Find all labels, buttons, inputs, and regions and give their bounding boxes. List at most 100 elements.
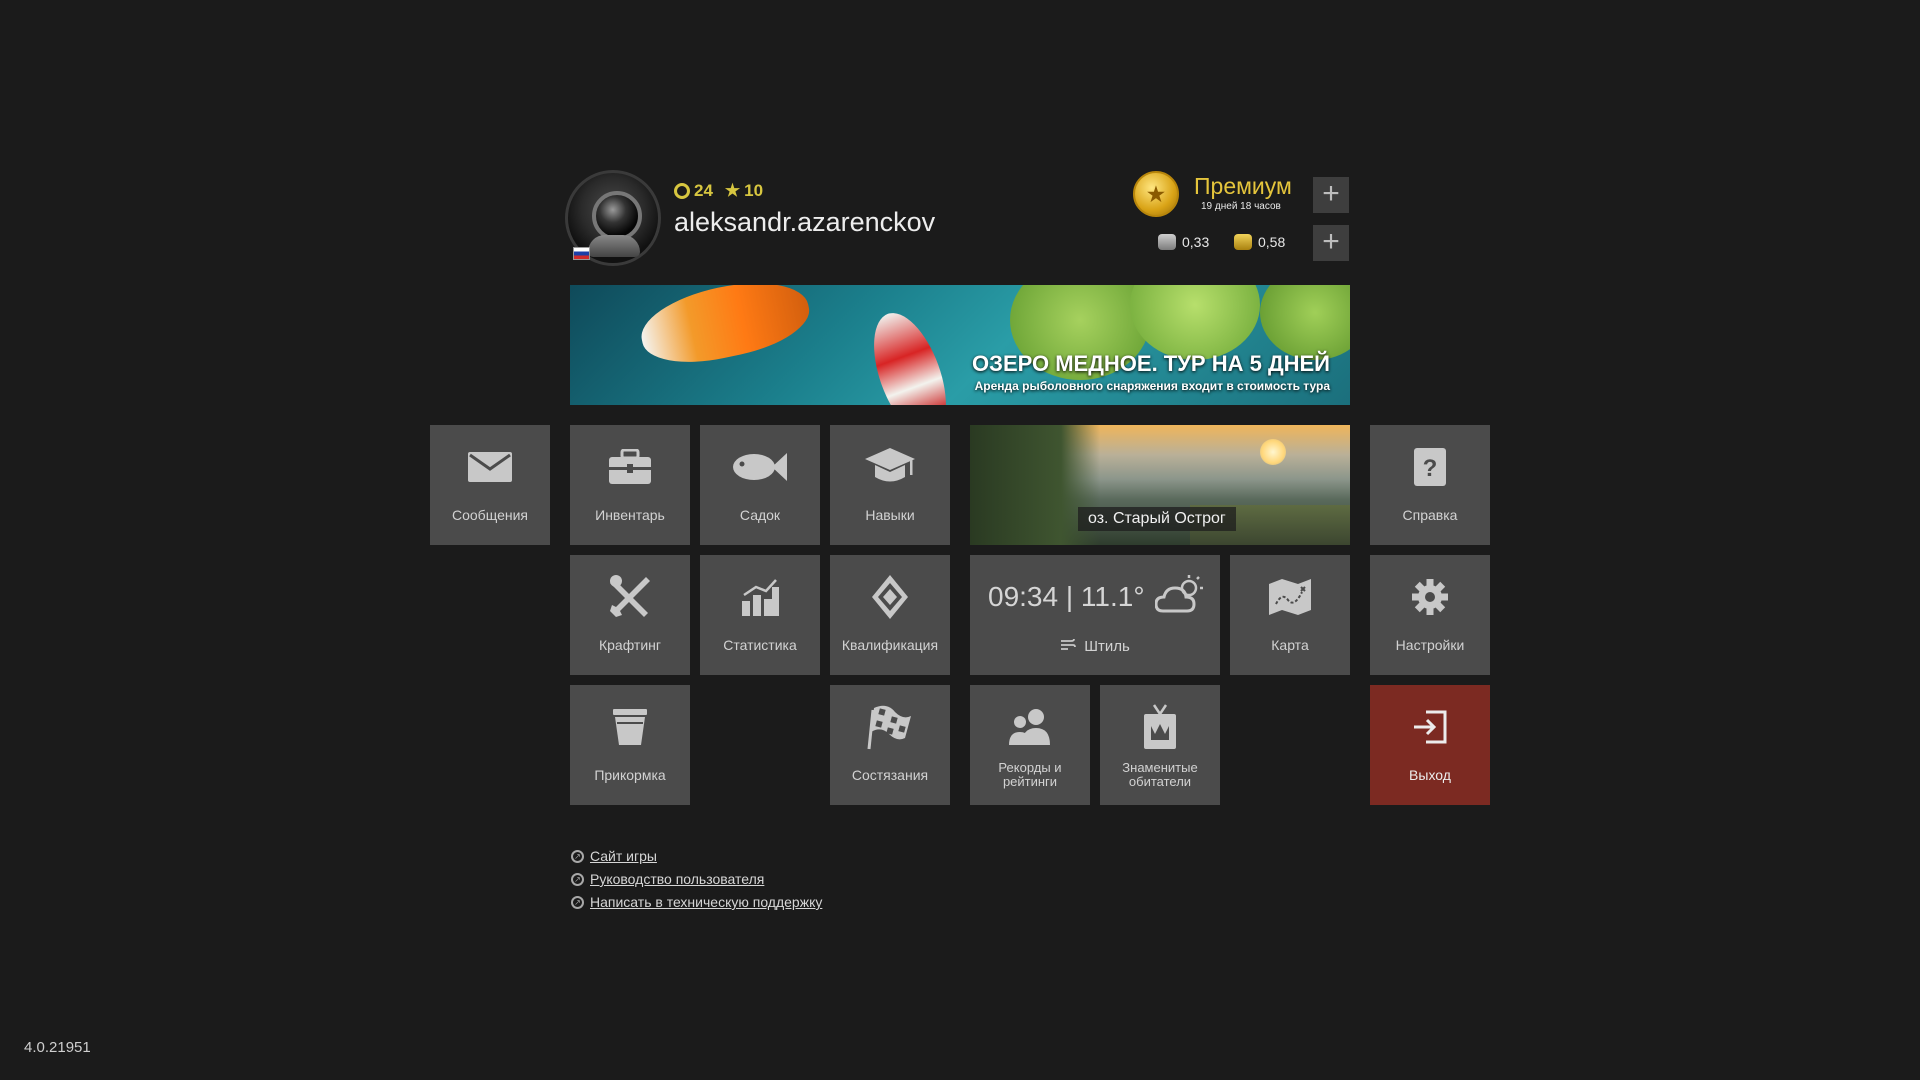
groundbait-label: Прикормка <box>594 767 666 783</box>
location-tile[interactable]: оз. Старый Острог <box>970 425 1350 545</box>
premium-badge-icon[interactable]: ★ <box>1133 171 1179 217</box>
qualification-label: Квалификация <box>841 637 939 653</box>
help-book-icon: ? <box>1370 447 1490 487</box>
tools-icon <box>570 575 690 617</box>
competitions-label: Состязания <box>851 767 929 783</box>
avatar-body <box>588 235 640 257</box>
lily-pad-image <box>1260 285 1350 360</box>
player-username: aleksandr.azarenckov <box>674 207 936 237</box>
level-ring-icon <box>674 183 690 199</box>
bar-chart-icon <box>700 577 820 617</box>
keepnet-label: Садок <box>739 507 781 523</box>
koi-fish-image <box>634 285 816 374</box>
player-stars: 10 <box>744 181 764 200</box>
famous-fish-label: Знаменитые обитатели <box>1100 761 1220 789</box>
competitions-tile[interactable]: Состязания <box>830 685 950 805</box>
lily-pad-image <box>1130 285 1260 360</box>
messages-label: Сообщения <box>452 507 528 523</box>
temperature: 11.1° <box>1080 581 1145 612</box>
crafting-label: Крафтинг <box>598 637 661 653</box>
weather-tile[interactable]: 09:34 | 11.1° Штиль <box>970 555 1220 675</box>
player-stats: 24 ★ 10 <box>674 181 763 201</box>
statistics-label: Статистика <box>723 637 797 653</box>
diver-helmet-icon <box>592 191 642 241</box>
famous-fish-label-line1: Знаменитые <box>1122 760 1198 775</box>
skills-tile[interactable]: Навыки <box>830 425 950 545</box>
silver-coins-icon <box>1158 234 1176 250</box>
koi-fish-image <box>859 303 961 405</box>
silver-currency: 0,33 <box>1158 234 1209 250</box>
wind-status: Штиль <box>1084 637 1130 655</box>
game-site-link[interactable]: Сайт игры <box>590 848 657 864</box>
people-icon <box>970 707 1090 747</box>
qualification-tile[interactable]: Квалификация <box>830 555 950 675</box>
premium-title[interactable]: Премиум <box>1194 173 1292 200</box>
map-label: Карта <box>1271 637 1309 653</box>
buy-currency-button[interactable]: + <box>1313 225 1349 261</box>
banner-title: ОЗЕРО МЕДНОЕ. ТУР НА 5 ДНЕЙ <box>972 351 1330 376</box>
user-guide-link[interactable]: Руководство пользователя <box>590 871 764 887</box>
exit-icon <box>1370 707 1490 747</box>
graduation-cap-icon <box>830 447 950 487</box>
help-tile[interactable]: ? Справка <box>1370 425 1490 545</box>
briefcase-icon <box>570 447 690 487</box>
weather-readout: 09:34 | 11.1° <box>988 581 1145 613</box>
banner-subtitle: Аренда рыболовного снаряжения входит в с… <box>974 379 1330 393</box>
external-link-icon: ↗ <box>571 872 584 886</box>
premium-remaining: 19 дней 18 часов <box>1201 201 1281 212</box>
game-time: 09:34 <box>988 581 1059 612</box>
external-link-icon: ↗ <box>571 895 584 909</box>
inventory-tile[interactable]: Инвентарь <box>570 425 690 545</box>
gear-icon <box>1370 577 1490 617</box>
messages-tile[interactable]: Сообщения <box>430 425 550 545</box>
star-icon: ★ <box>724 181 741 200</box>
crafting-tile[interactable]: Крафтинг <box>570 555 690 675</box>
gold-amount: 0,58 <box>1258 234 1286 250</box>
help-label: Справка <box>1402 507 1458 523</box>
promo-banner[interactable]: ОЗЕРО МЕДНОЕ. ТУР НА 5 ДНЕЙ Аренда рыбол… <box>570 285 1350 405</box>
famous-fish-tile[interactable]: Знаменитые обитатели <box>1100 685 1220 805</box>
stars-group: ★ 10 <box>725 181 763 201</box>
trophy-crown-icon <box>1100 704 1220 749</box>
envelope-icon <box>430 447 550 487</box>
keepnet-tile[interactable]: Садок <box>700 425 820 545</box>
link-row[interactable]: ↗ Руководство пользователя <box>571 871 764 887</box>
partly-cloudy-icon <box>1154 575 1205 620</box>
buy-premium-button[interactable]: + <box>1313 177 1349 213</box>
groundbait-tile[interactable]: Прикормка <box>570 685 690 805</box>
exit-tile[interactable]: Выход <box>1370 685 1490 805</box>
version-label: 4.0.21951 <box>24 1039 91 1056</box>
records-label-line1: Рекорды и <box>998 760 1062 775</box>
player-level: 24 <box>694 181 713 200</box>
link-row[interactable]: ↗ Сайт игры <box>571 848 657 864</box>
famous-fish-label-line2: обитатели <box>1128 774 1192 789</box>
link-row[interactable]: ↗ Написать в техническую поддержку <box>571 894 822 910</box>
wind-row: Штиль <box>970 637 1220 655</box>
country-flag-icon <box>573 247 590 260</box>
level-group: 24 <box>674 181 713 201</box>
support-link[interactable]: Написать в техническую поддержку <box>590 894 822 910</box>
map-tile[interactable]: Карта <box>1230 555 1350 675</box>
location-name: оз. Старый Острог <box>1078 507 1236 531</box>
silver-amount: 0,33 <box>1182 234 1210 250</box>
records-label: Рекорды и рейтинги <box>970 761 1090 789</box>
checkered-flag-icon <box>830 705 950 750</box>
svg-text:?: ? <box>1423 455 1438 482</box>
wind-icon <box>1060 637 1077 655</box>
settings-label: Настройки <box>1395 637 1465 653</box>
external-link-icon: ↗ <box>571 849 584 863</box>
sun-image <box>1260 439 1286 465</box>
weather-separator: | <box>1065 581 1074 612</box>
gold-currency: 0,58 <box>1234 234 1285 250</box>
records-tile[interactable]: Рекорды и рейтинги <box>970 685 1090 805</box>
diamond-icon <box>830 575 950 619</box>
fish-icon <box>700 447 820 487</box>
map-icon <box>1230 577 1350 617</box>
gold-coins-icon <box>1234 234 1252 250</box>
settings-tile[interactable]: Настройки <box>1370 555 1490 675</box>
bucket-icon <box>570 707 690 747</box>
statistics-tile[interactable]: Статистика <box>700 555 820 675</box>
exit-label: Выход <box>1409 767 1451 783</box>
records-label-line2: рейтинги <box>1002 774 1058 789</box>
inventory-label: Инвентарь <box>595 507 665 523</box>
